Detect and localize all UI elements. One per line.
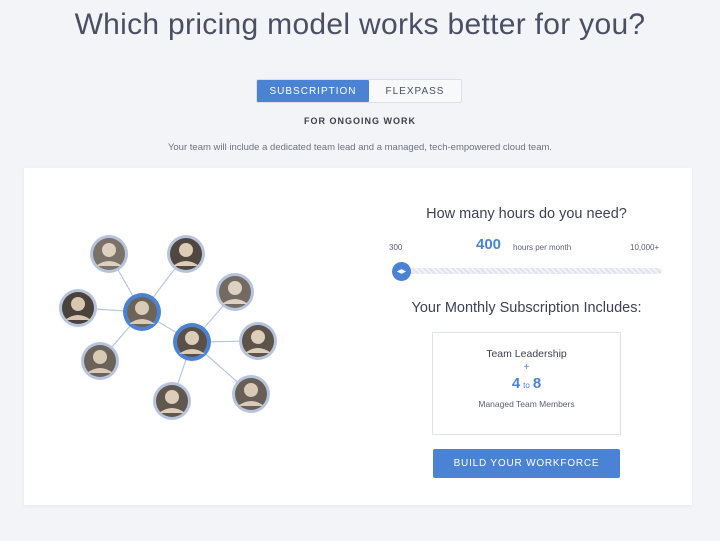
hours-unit: hours per month — [513, 243, 572, 252]
hours-slider-track[interactable] — [400, 268, 662, 274]
model-label: FOR ONGOING WORK — [304, 116, 416, 126]
includes-title: Your Monthly Subscription Includes: — [411, 300, 642, 316]
avatar — [173, 323, 211, 361]
managed-members-label: Managed Team Members — [478, 399, 575, 409]
hours-slider-handle[interactable]: ◀▶ — [392, 262, 411, 281]
avatar — [239, 322, 277, 360]
build-workforce-button[interactable]: BUILD YOUR WORKFORCE — [433, 449, 620, 478]
avatar — [153, 382, 191, 420]
pricing-model-toggle: SUBSCRIPTION FLEXPASS — [256, 79, 462, 103]
team-size-range: 4 to 8 — [433, 375, 620, 393]
plus-sign: + — [523, 362, 530, 373]
tab-subscription[interactable]: SUBSCRIPTION — [257, 80, 369, 102]
slider-max-label: 10,000+ — [630, 243, 660, 252]
slider-arrows-icon: ◀▶ — [396, 269, 407, 275]
avatar — [123, 293, 161, 331]
page-headline: Which pricing model works better for you… — [74, 8, 646, 41]
slider-min-label: 300 — [389, 243, 403, 252]
team-size-min: 4 — [511, 375, 521, 392]
team-size-max: 8 — [532, 375, 542, 392]
tab-flexpass[interactable]: FLEXPASS — [369, 80, 461, 102]
team-leadership-label: Team Leadership — [486, 348, 567, 360]
avatar — [59, 289, 97, 327]
avatar — [90, 235, 128, 273]
hours-question: How many hours do you need? — [426, 206, 627, 222]
avatar — [232, 375, 270, 413]
plan-summary-box: Team Leadership + 4 to 8 Managed Team Memb… — [432, 332, 621, 435]
model-description: Your team will include a dedicated team … — [167, 142, 553, 153]
team-network-illustration — [59, 235, 277, 420]
avatar — [216, 273, 254, 311]
hours-value: 400 — [476, 236, 502, 253]
team-size-to: to — [523, 381, 530, 390]
avatar — [81, 342, 119, 380]
avatar — [167, 235, 205, 273]
